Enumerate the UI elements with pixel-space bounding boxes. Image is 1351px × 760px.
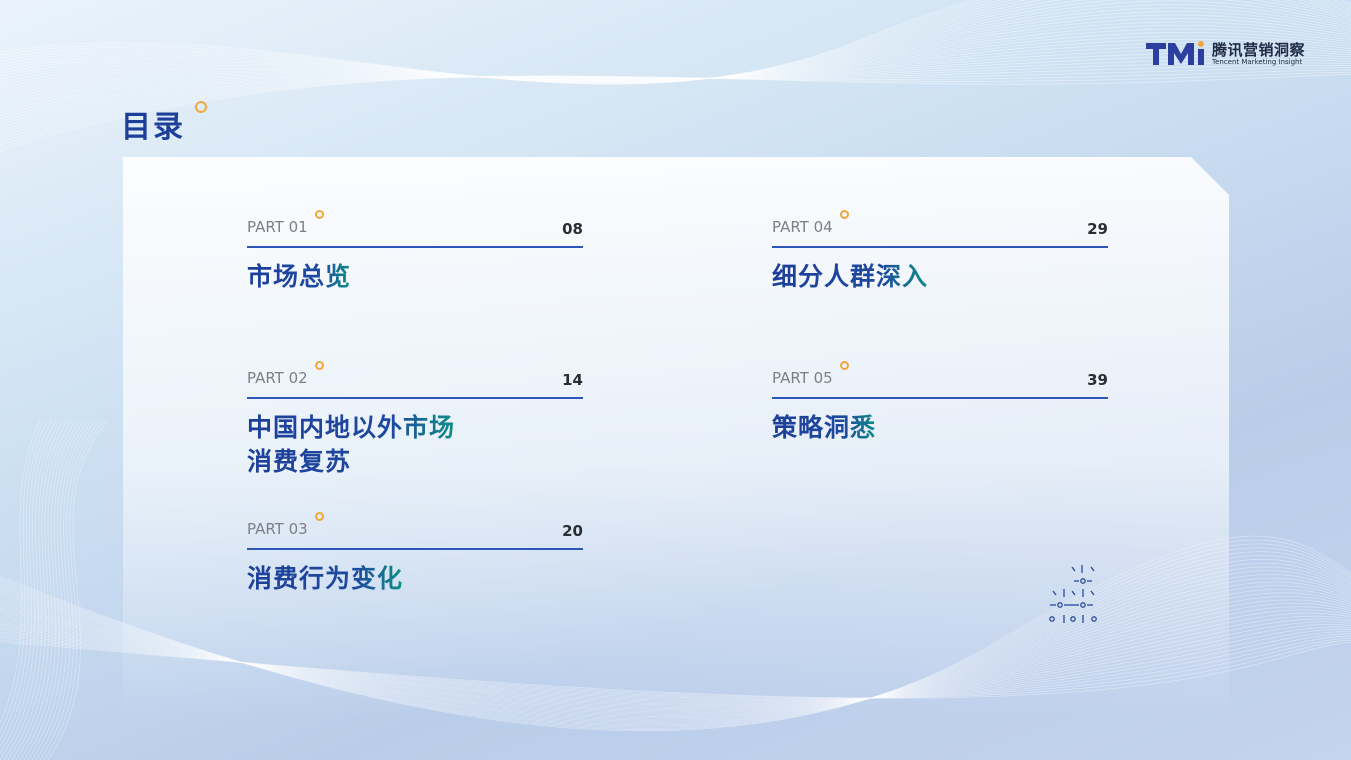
divider bbox=[247, 246, 583, 248]
divider bbox=[247, 548, 583, 550]
part-label: PART 04 bbox=[772, 218, 833, 236]
section-title: 市场总览 bbox=[247, 260, 351, 294]
section-title-line: 消费复苏 bbox=[247, 447, 352, 476]
wave-line bbox=[0, 71, 1351, 149]
part-label: PART 05 bbox=[772, 369, 833, 387]
section-title-line: 细分人群深入 bbox=[772, 262, 929, 291]
section-title: 细分人群深入 bbox=[772, 260, 928, 294]
divider bbox=[247, 397, 583, 399]
page-number: 29 bbox=[1087, 220, 1108, 238]
section-title-line: 策略洞悉 bbox=[772, 413, 877, 442]
divider bbox=[772, 246, 1108, 248]
page-number: 20 bbox=[562, 522, 583, 540]
title-dot-icon bbox=[195, 101, 207, 113]
page-number: 14 bbox=[562, 371, 583, 389]
part-dot-icon bbox=[315, 210, 324, 219]
part-dot-icon bbox=[315, 512, 324, 521]
wave-line bbox=[0, 73, 1351, 152]
part-dot-icon bbox=[840, 361, 849, 370]
page-title: 目录 bbox=[121, 110, 185, 145]
part-label: PART 03 bbox=[247, 520, 308, 538]
part-label: PART 01 bbox=[247, 218, 308, 236]
part-label: PART 02 bbox=[247, 369, 308, 387]
tmi-logo-mark bbox=[1146, 41, 1204, 65]
brand-name-cn: 腾讯营销洞察 bbox=[1212, 41, 1306, 59]
divider bbox=[772, 397, 1108, 399]
part-dot-icon bbox=[315, 361, 324, 370]
binary-pattern-icon bbox=[1049, 565, 1097, 623]
section-title-line: 消费行为变化 bbox=[247, 564, 404, 593]
brand-name-en: Tencent Marketing Insight bbox=[1212, 58, 1303, 66]
page-number: 39 bbox=[1087, 371, 1108, 389]
part-dot-icon bbox=[840, 210, 849, 219]
wave-line bbox=[43, 419, 105, 760]
section-title-line: 中国内地以外市场 bbox=[247, 413, 456, 442]
tmi-logo: 腾讯营销洞察 Tencent Marketing Insight bbox=[1146, 36, 1316, 70]
section-title-line: 市场总览 bbox=[247, 262, 352, 291]
page-number: 08 bbox=[562, 220, 583, 238]
wave-line bbox=[0, 69, 1351, 146]
section-title: 策略洞悉 bbox=[772, 411, 876, 445]
section-title: 中国内地以外市场 消费复苏 bbox=[247, 411, 455, 479]
section-title: 消费行为变化 bbox=[247, 562, 403, 596]
